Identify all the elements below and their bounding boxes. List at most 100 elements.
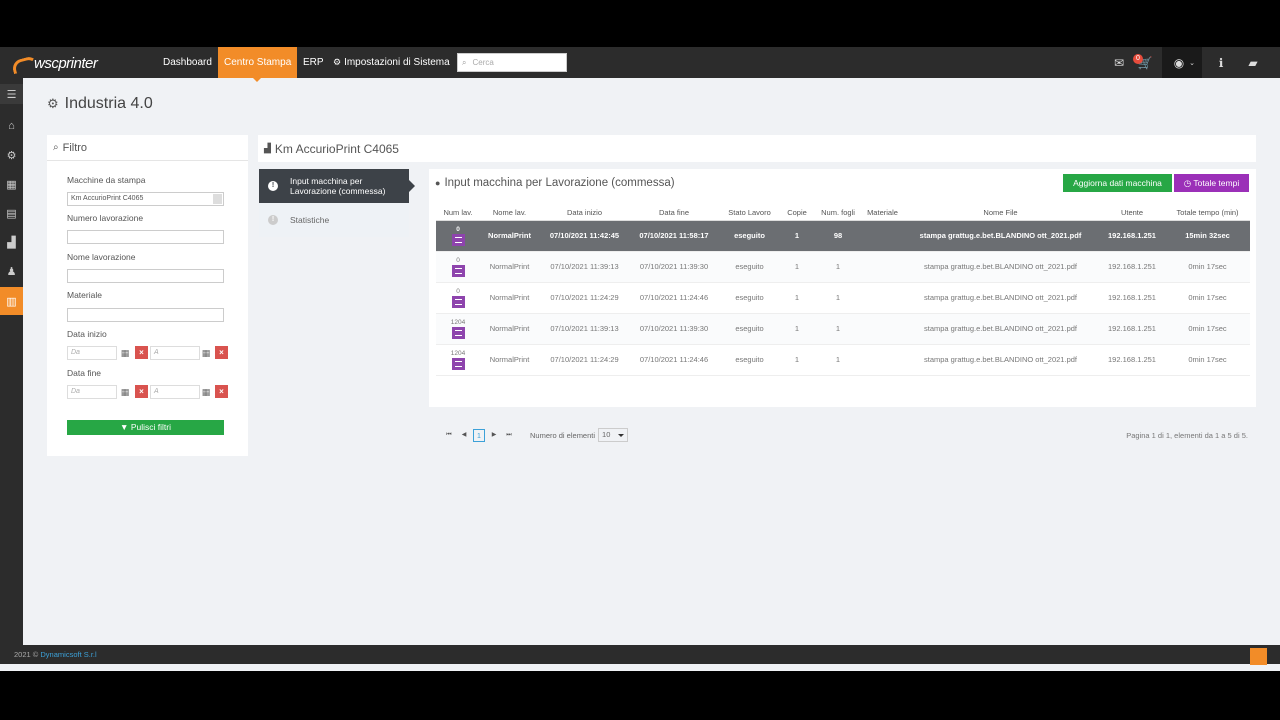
table-row[interactable]: 0 NormalPrint 07/10/2021 11:39:13 07/10/…: [436, 251, 1250, 283]
cell-material: [863, 313, 902, 345]
table-row[interactable]: 0 NormalPrint 07/10/2021 11:24:29 07/10/…: [436, 282, 1250, 314]
col-copie[interactable]: Copie: [781, 206, 813, 221]
home-icon[interactable]: ⌂: [0, 112, 23, 140]
building-icon[interactable]: ▦: [0, 170, 23, 198]
nav-impostazioni[interactable]: ⚙ Impostazioni di Sistema: [327, 47, 456, 78]
top-navbar: wscprinter Dashboard Centro Stampa ERP ⚙…: [0, 47, 1280, 82]
left-sidebar: ☰ ⌂ ⚙ ▦ ▤ ▟ ♟ ▥: [0, 78, 23, 645]
first-page-icon[interactable]: ⏮: [443, 429, 455, 442]
job-number: 1204: [450, 349, 466, 357]
logo-mark-icon: [12, 56, 36, 70]
industry-icon: ▟: [264, 143, 271, 153]
col-data-fine[interactable]: Data fine: [630, 206, 718, 221]
cell-user: 192.168.1.251: [1099, 251, 1165, 283]
cell-user: 192.168.1.251: [1099, 344, 1165, 376]
cell-status: eseguito: [718, 282, 781, 314]
total-times-button[interactable]: ◷ Totale tempi: [1174, 174, 1249, 192]
last-page-icon[interactable]: ⏭: [503, 429, 515, 442]
calendar-icon[interactable]: ▦: [201, 387, 211, 397]
col-totale-tempo[interactable]: Totale tempo (min): [1165, 206, 1250, 221]
cell-user: 192.168.1.251: [1099, 220, 1165, 252]
page-current[interactable]: 1: [473, 428, 485, 442]
users-icon[interactable]: ♟: [0, 257, 23, 285]
job-detail-icon[interactable]: [451, 233, 465, 246]
job-number-input[interactable]: [67, 230, 224, 244]
industry-icon[interactable]: ▥: [0, 287, 23, 315]
job-number: 1204: [450, 318, 466, 326]
job-detail-icon[interactable]: [451, 357, 465, 370]
search-input[interactable]: ⌕ Cerca: [457, 53, 567, 72]
calendar-icon[interactable]: ▦: [120, 348, 130, 358]
start-date-label: Data inizio: [67, 329, 107, 339]
calendar-icon[interactable]: ▦: [120, 387, 130, 397]
clock-icon: ◷: [1183, 178, 1192, 188]
job-detail-icon[interactable]: [451, 295, 465, 308]
col-nome-file[interactable]: Nome File: [902, 206, 1099, 221]
job-name-input[interactable]: [67, 269, 224, 283]
cell-name: NormalPrint: [480, 220, 539, 252]
cell-start: 07/10/2021 11:24:29: [539, 344, 630, 376]
start-date-from-input[interactable]: Da: [67, 346, 117, 360]
col-materiale[interactable]: Materiale: [863, 206, 902, 221]
chat-icon[interactable]: ▰: [1245, 47, 1261, 78]
cell-end: 07/10/2021 11:39:30: [630, 313, 718, 345]
cell-copies: 1: [781, 220, 813, 252]
tab-input-macchina[interactable]: ! Input macchina per Lavorazione (commes…: [259, 169, 415, 203]
scroll-to-top-button[interactable]: [1250, 648, 1267, 665]
cogs-icon: ⚙: [47, 96, 59, 111]
tab-statistiche[interactable]: ! Statistiche: [259, 203, 409, 237]
job-input-header: ● Input macchina per Lavorazione (commes…: [435, 177, 675, 189]
print-icon[interactable]: ▤: [0, 199, 23, 227]
footer: 2021 © Dynamicsoft S.r.l: [0, 645, 1280, 664]
calendar-icon[interactable]: ▦: [201, 348, 211, 358]
cell-copies: 1: [781, 251, 813, 283]
clear-filters-button[interactable]: ▼ Pulisci filtri: [67, 420, 224, 435]
cell-total: 0min 17sec: [1165, 282, 1250, 314]
nav-erp[interactable]: ERP: [297, 47, 330, 78]
clear-date-button[interactable]: ×: [215, 346, 228, 359]
col-nome-lav[interactable]: Nome lav.: [480, 206, 539, 221]
material-input[interactable]: [67, 308, 224, 322]
prev-page-icon[interactable]: ◀: [458, 429, 470, 442]
filter-panel-header: ⌕ Filtro: [47, 135, 248, 161]
cell-material: [863, 251, 902, 283]
brand-logo[interactable]: wscprinter: [12, 54, 98, 72]
cogs-icon[interactable]: ⚙: [0, 141, 23, 169]
end-date-to-input[interactable]: A: [150, 385, 200, 399]
next-page-icon[interactable]: ▶: [488, 429, 500, 442]
job-detail-icon[interactable]: [451, 264, 465, 277]
end-date-from-input[interactable]: Da: [67, 385, 117, 399]
start-date-to-input[interactable]: A: [150, 346, 200, 360]
col-stato-lavoro[interactable]: Stato Lavoro: [718, 206, 781, 221]
vertical-tabs: ! Input macchina per Lavorazione (commes…: [259, 169, 415, 237]
col-num-lav[interactable]: Num lav.: [436, 206, 480, 221]
refresh-machine-data-button[interactable]: Aggiorna dati macchina: [1063, 174, 1172, 192]
page-size-select[interactable]: 10: [598, 428, 629, 442]
clear-date-button[interactable]: ×: [135, 346, 148, 359]
table-row[interactable]: 0 NormalPrint 07/10/2021 11:42:45 07/10/…: [436, 220, 1250, 252]
cell-start: 07/10/2021 11:39:13: [539, 313, 630, 345]
cell-num: 0: [436, 282, 480, 314]
cell-status: eseguito: [718, 220, 781, 252]
clear-date-button[interactable]: ×: [135, 385, 148, 398]
footer-company-link[interactable]: Dynamicsoft S.r.l: [40, 650, 96, 659]
envelope-icon[interactable]: ✉: [1110, 47, 1128, 78]
user-menu[interactable]: ◉ ⌄: [1162, 47, 1202, 78]
table-row[interactable]: 1204 NormalPrint 07/10/2021 11:39:13 07/…: [436, 313, 1250, 345]
nav-dashboard[interactable]: Dashboard: [157, 47, 218, 78]
col-num-fogli[interactable]: Num. fogli: [813, 206, 863, 221]
job-detail-icon[interactable]: [451, 326, 465, 339]
cell-sheets: 98: [813, 220, 863, 252]
menu-toggle-icon[interactable]: ☰: [0, 84, 23, 104]
warehouse-icon[interactable]: ▟: [0, 228, 23, 256]
clear-date-button[interactable]: ×: [215, 385, 228, 398]
col-data-inizio[interactable]: Data inizio: [539, 206, 630, 221]
nav-centro-stampa[interactable]: Centro Stampa: [218, 47, 298, 78]
col-utente[interactable]: Utente: [1099, 206, 1165, 221]
machine-select[interactable]: Km AccurioPrint C4065: [67, 192, 224, 206]
info-icon[interactable]: ℹ: [1213, 47, 1229, 78]
cell-end: 07/10/2021 11:39:30: [630, 251, 718, 283]
table-row[interactable]: 1204 NormalPrint 07/10/2021 11:24:29 07/…: [436, 344, 1250, 376]
active-nav-caret: [253, 78, 261, 82]
cell-copies: 1: [781, 282, 813, 314]
